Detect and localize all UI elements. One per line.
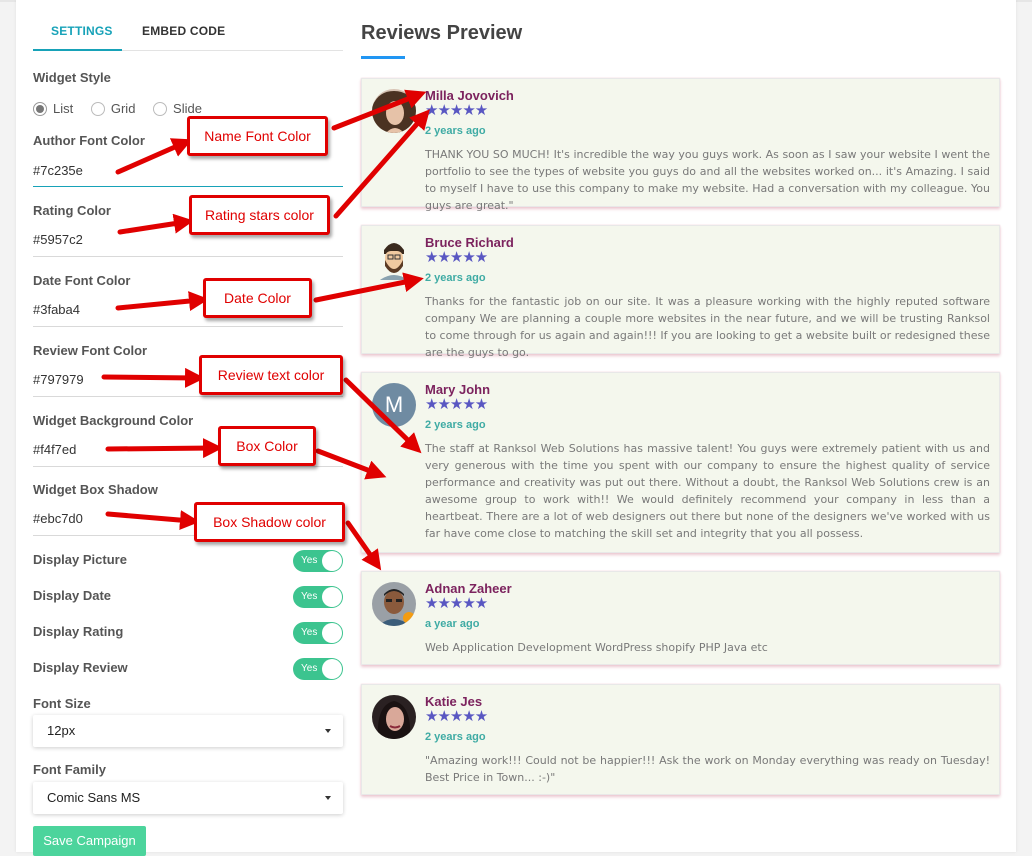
display-date-toggle[interactable]: Yes [293, 586, 343, 608]
toggle-knob [322, 587, 342, 607]
tab-embed-code[interactable]: EMBED CODE [142, 24, 225, 38]
author-font-color-input[interactable]: #7c235e [33, 163, 83, 178]
toggle-knob [322, 659, 342, 679]
review-text: The staff at Ranksol Web Solutions has m… [425, 442, 990, 540]
review-text: "Amazing work!!! Could not be happier!!!… [425, 754, 990, 784]
style-option-list[interactable]: List [33, 101, 73, 117]
annotation-name-font-color: Name Font Color [187, 116, 328, 156]
avatar [372, 236, 416, 280]
review-card: Katie Jes ★★★★★ 2 years ago "Amazing wor… [361, 684, 1000, 795]
rating-color-label: Rating Color [33, 203, 111, 218]
author-font-color-underline [33, 186, 343, 187]
font-family-select[interactable]: Comic Sans MS [33, 782, 343, 814]
box-shadow-label: Widget Box Shadow [33, 482, 158, 497]
box-shadow-input[interactable]: #ebc7d0 [33, 511, 83, 526]
display-picture-label: Display Picture [33, 552, 127, 567]
rating-stars-icon: ★★★★★ [425, 249, 488, 266]
settings-tabs: SETTINGS EMBED CODE [33, 16, 343, 51]
avatar [372, 89, 416, 133]
display-review-label: Display Review [33, 660, 128, 675]
bg-color-underline [33, 466, 343, 467]
display-review-toggle[interactable]: Yes [293, 658, 343, 680]
radio-icon[interactable] [90, 102, 105, 117]
preview-title: Reviews Preview [361, 22, 523, 44]
date-font-color-input[interactable]: #3faba4 [33, 302, 80, 317]
annotation-rating-stars-color: Rating stars color [189, 195, 330, 235]
active-tab-indicator [33, 49, 122, 51]
review-text: THANK YOU SO MUCH! It's incredible the w… [425, 148, 990, 212]
caret-down-icon [325, 729, 331, 733]
review-font-color-label: Review Font Color [33, 343, 148, 358]
date-font-color-underline [33, 326, 343, 327]
font-size-label: Font Size [33, 696, 91, 711]
annotation-date-color: Date Color [203, 278, 312, 318]
display-picture-toggle[interactable]: Yes [293, 550, 343, 572]
rating-stars-icon: ★★★★★ [425, 708, 488, 725]
review-text: Thanks for the fantastic job on our site… [425, 295, 990, 359]
style-option-grid[interactable]: Grid [90, 101, 135, 117]
font-family-label: Font Family [33, 762, 106, 777]
review-card: M Mary John ★★★★★ 2 years ago The staff … [361, 372, 1000, 553]
tab-settings[interactable]: SETTINGS [51, 24, 113, 38]
rating-color-input[interactable]: #5957c2 [33, 232, 83, 247]
rating-stars-icon: ★★★★★ [425, 595, 488, 612]
rating-color-underline [33, 256, 343, 257]
avatar [372, 695, 416, 739]
display-date-label: Display Date [33, 588, 112, 603]
review-text: Web Application Development WordPress sh… [425, 641, 768, 654]
rating-stars-icon: ★★★★★ [425, 102, 488, 119]
caret-down-icon [325, 796, 331, 800]
widget-style-label: Widget Style [33, 70, 111, 85]
annotation-box-color: Box Color [218, 426, 316, 466]
review-card: Milla Jovovich ★★★★★ 2 years ago THANK Y… [361, 78, 1000, 212]
date-font-color-label: Date Font Color [33, 273, 131, 288]
bg-color-label: Widget Background Color [33, 413, 194, 428]
review-date: 2 years ago [425, 731, 486, 743]
review-date: 2 years ago [425, 419, 486, 431]
review-date: a year ago [425, 618, 480, 630]
author-font-color-label: Author Font Color [33, 133, 145, 148]
annotation-review-text-color: Review text color [199, 355, 343, 395]
avatar: M [372, 383, 416, 427]
rating-stars-icon: ★★★★★ [425, 396, 488, 413]
avatar [372, 582, 416, 626]
title-underline [361, 56, 405, 59]
review-card: Bruce Richard ★★★★★ 2 years ago Thanks f… [361, 225, 1000, 359]
style-option-slide[interactable]: Slide [153, 101, 202, 117]
display-rating-label: Display Rating [33, 624, 124, 639]
review-date: 2 years ago [425, 125, 486, 137]
toggle-knob [322, 623, 342, 643]
toggle-knob [322, 551, 342, 571]
font-size-select[interactable]: 12px [33, 715, 343, 747]
radio-selected-icon[interactable] [33, 102, 47, 117]
bg-color-input[interactable]: #f4f7ed [33, 442, 76, 457]
widget-style-radio-group: List Grid Slide [33, 100, 216, 117]
radio-icon[interactable] [153, 102, 168, 117]
display-rating-toggle[interactable]: Yes [293, 622, 343, 644]
review-card: Adnan Zaheer ★★★★★ a year ago Web Applic… [361, 571, 1000, 665]
review-font-color-underline [33, 396, 343, 397]
annotation-box-shadow-color: Box Shadow color [194, 502, 345, 542]
review-font-color-input[interactable]: #797979 [33, 372, 84, 387]
review-date: 2 years ago [425, 272, 486, 284]
